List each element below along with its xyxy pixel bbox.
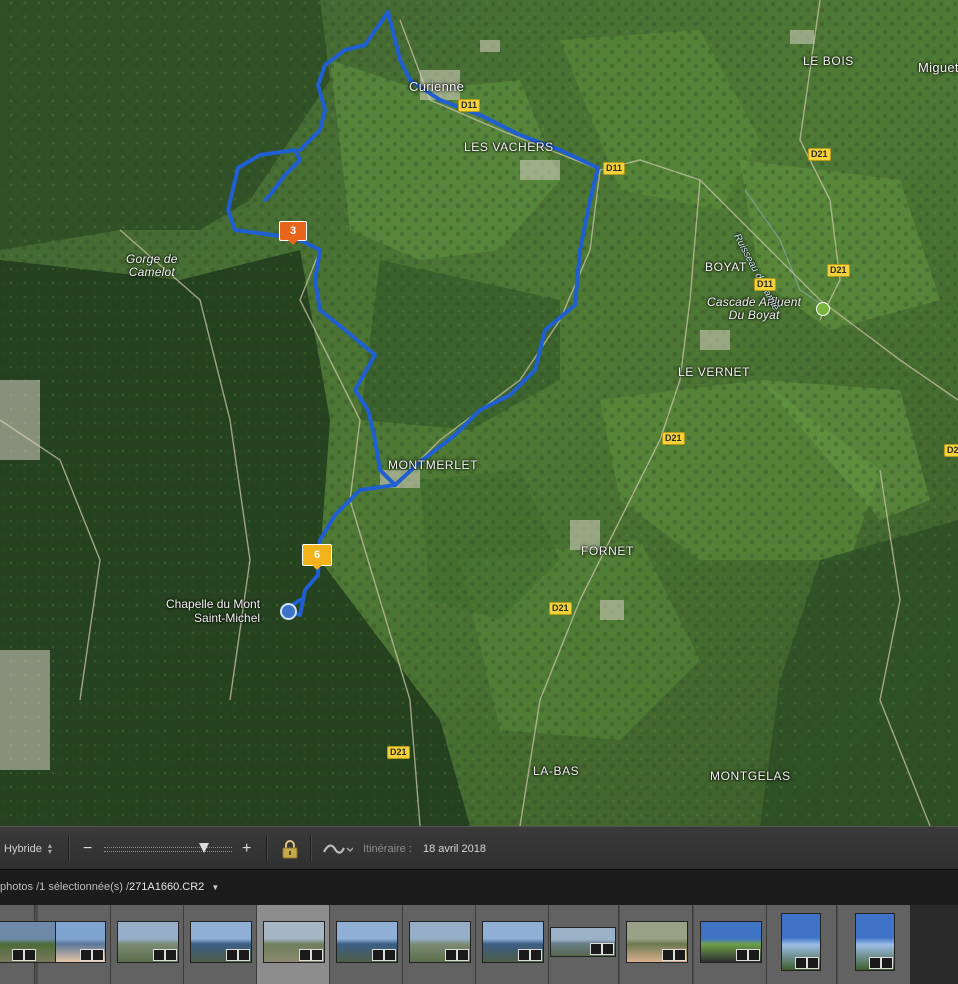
zoom-slider-handle[interactable]	[198, 843, 209, 853]
metadata-icon	[24, 948, 36, 961]
chevron-down-icon: ▼	[211, 883, 220, 892]
metadata-icon	[807, 956, 819, 969]
place-label-chapelle: Chapelle du Mont Saint-Michel	[166, 597, 261, 625]
map-style-select[interactable]: Hybride ▴ ▾	[4, 827, 52, 870]
road-shield: D11	[603, 162, 626, 175]
filmstrip-thumbnail[interactable]	[330, 905, 403, 984]
map-toolbar: Hybride ▴ ▾ − + Itinéraire : 18 avril 201…	[0, 826, 958, 870]
metadata-icon	[748, 948, 760, 961]
updown-chevron-icon: ▴ ▾	[47, 840, 52, 856]
filmstrip-thumbnail[interactable]	[184, 905, 257, 984]
route-start-icon[interactable]	[280, 603, 297, 620]
road-shield: D11	[458, 99, 481, 112]
road-shield: D21	[549, 602, 572, 615]
toolbar-divider	[310, 835, 311, 862]
road-shield: D21	[808, 148, 831, 161]
metadata-icon	[457, 948, 469, 961]
keyword-tag-icon	[372, 948, 384, 961]
filmstrip-thumbnail[interactable]	[403, 905, 476, 984]
filmstrip-thumbnail[interactable]	[257, 905, 330, 984]
filmstrip-thumbnail[interactable]	[0, 905, 56, 984]
zoom-in-button[interactable]: +	[242, 827, 251, 870]
place-label-montgelas: MONTGELAS	[710, 769, 791, 783]
filmstrip-header: photos /1 sélectionnée(s) /271A1660.CR2 …	[0, 869, 958, 906]
photo-marker-6[interactable]: 6	[302, 544, 332, 570]
lock-icon[interactable]	[282, 827, 298, 870]
road-shield: D11	[754, 278, 777, 291]
poi-pin-icon[interactable]	[816, 302, 830, 316]
metadata-icon	[384, 948, 396, 961]
keyword-tag-icon	[12, 948, 24, 961]
keyword-tag-icon	[590, 942, 602, 955]
keyword-tag-icon	[299, 948, 311, 961]
filmstrip-thumbnail[interactable]	[111, 905, 184, 984]
metadata-icon	[530, 948, 542, 961]
route-date[interactable]: 18 avril 2018	[423, 827, 486, 870]
place-label-boyat: BOYAT	[705, 260, 747, 274]
selected-filename: 271A1660.CR2	[129, 881, 205, 893]
place-label-la-bas: LA-BAS	[533, 764, 580, 778]
metadata-icon	[165, 948, 177, 961]
route-label: Itinéraire :	[363, 842, 412, 855]
map-view[interactable]: Curienne LES VACHERS LE BOIS Miguet BOYA…	[0, 0, 958, 826]
metadata-icon	[92, 948, 104, 961]
tracklog-icon[interactable]	[323, 827, 353, 870]
map-style-value: Hybride	[4, 842, 42, 855]
metadata-icon	[881, 956, 893, 969]
toolbar-divider	[68, 835, 69, 862]
satellite-imagery	[0, 0, 958, 826]
keyword-tag-icon	[226, 948, 238, 961]
place-label-gorge-camelot: Gorge de Camelot	[126, 252, 178, 279]
road-shield: D21	[827, 264, 850, 277]
filmstrip-thumbnail[interactable]	[620, 905, 693, 984]
road-shield: D21	[387, 746, 410, 759]
toolbar-divider	[266, 835, 267, 862]
place-label-les-vachers: LES VACHERS	[464, 140, 554, 154]
filmstrip-thumbnail[interactable]	[476, 905, 549, 984]
zoom-slider[interactable]	[104, 847, 232, 852]
place-label-curienne: Curienne	[409, 79, 465, 94]
filmstrip-thumbnail[interactable]	[764, 905, 837, 984]
keyword-tag-icon	[869, 956, 881, 969]
keyword-tag-icon	[662, 948, 674, 961]
keyword-tag-icon	[795, 956, 807, 969]
filmstrip-thumbnail[interactable]	[694, 905, 767, 984]
place-label-montmerlet: MONTMERLET	[388, 458, 478, 472]
keyword-tag-icon	[445, 948, 457, 961]
filmstrip[interactable]	[0, 905, 958, 984]
place-label-le-vernet: LE VERNET	[678, 365, 751, 379]
place-label-miguet: Miguet	[918, 60, 958, 75]
filmstrip-thumbnail[interactable]	[838, 905, 911, 984]
metadata-icon	[311, 948, 323, 961]
zoom-out-button[interactable]: −	[83, 827, 92, 870]
photo-marker-3[interactable]: 3	[279, 221, 307, 245]
keyword-tag-icon	[80, 948, 92, 961]
place-label-fornet: FORNET	[581, 544, 634, 558]
filmstrip-thumbnail[interactable]	[546, 905, 619, 984]
filmstrip-end	[910, 905, 958, 984]
place-label-le-bois: LE BOIS	[803, 54, 854, 68]
filmstrip-source-path[interactable]: photos /1 sélectionnée(s) /271A1660.CR2 …	[0, 881, 219, 893]
metadata-icon	[674, 948, 686, 961]
keyword-tag-icon	[153, 948, 165, 961]
metadata-icon	[602, 942, 614, 955]
source-path-prefix: photos /1 sélectionnée(s) /	[0, 881, 130, 893]
place-label-cascade: Cascade Affluent Du Boyat	[707, 295, 802, 322]
keyword-tag-icon	[736, 948, 748, 961]
keyword-tag-icon	[518, 948, 530, 961]
road-shield: D21	[944, 444, 958, 457]
metadata-icon	[238, 948, 250, 961]
road-shield: D21	[662, 432, 685, 445]
